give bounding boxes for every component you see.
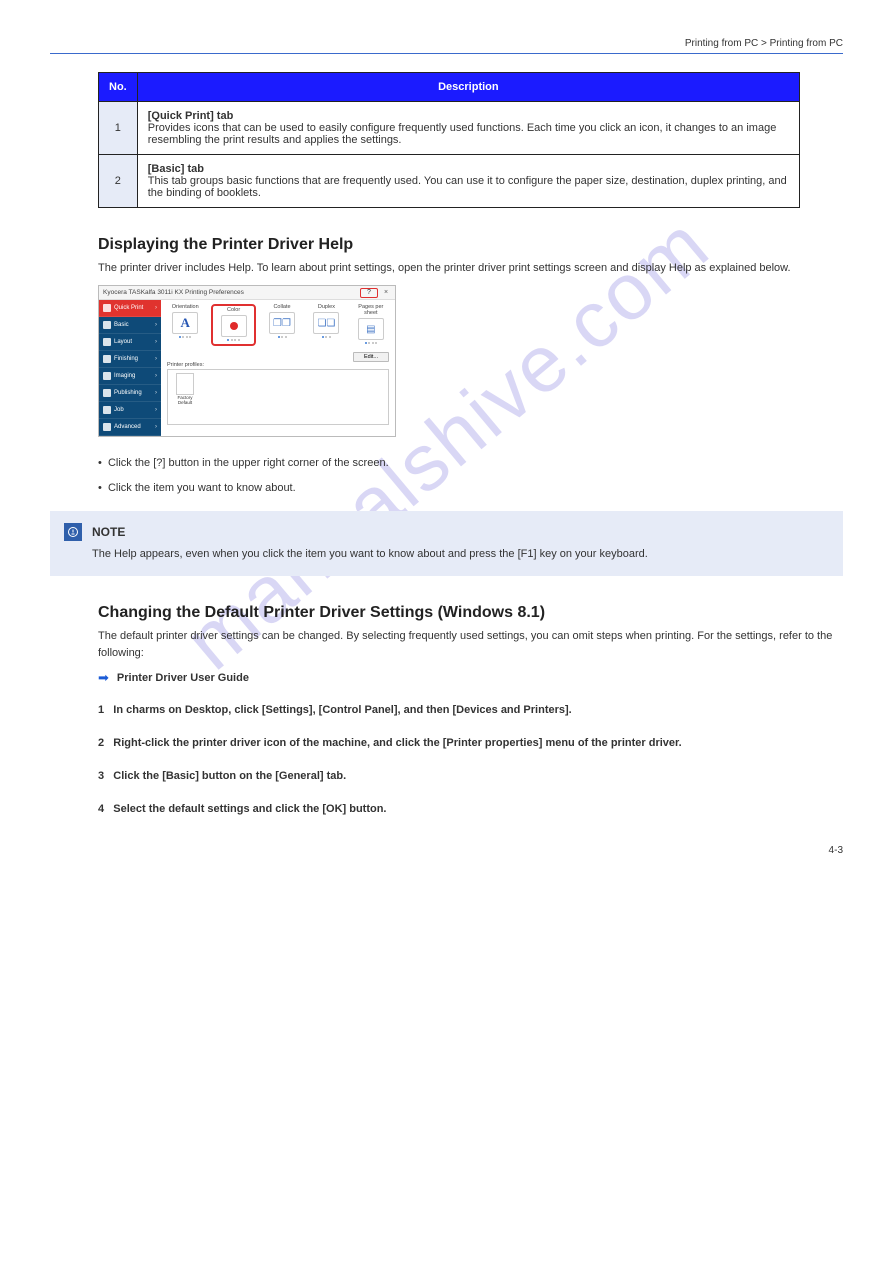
heading-help: Displaying the Printer Driver Help — [98, 236, 843, 254]
dialog-sidebar: Quick Print› Basic› Layout› Finishing› I… — [99, 300, 161, 436]
header-breadcrumb: Printing from PC > Printing from PC — [50, 38, 843, 49]
table-row: 1 [Quick Print] tab Provides icons that … — [99, 102, 800, 155]
table-row: 2 [Basic] tab This tab groups basic func… — [99, 155, 800, 208]
sidebar-item-imaging[interactable]: Imaging› — [99, 368, 161, 385]
profiles-label: Printer profiles: — [167, 362, 389, 368]
bullet-2: • Click the item you want to know about. — [98, 480, 843, 497]
profiles-box: Factory Default — [167, 369, 389, 425]
step-1: 1 In charms on Desktop, click [Settings]… — [98, 702, 843, 719]
option-pagespersheet[interactable]: Pages per sheet ▤ — [353, 304, 389, 346]
th-no: No. — [99, 73, 138, 102]
description-table: No. Description 1 [Quick Print] tab Prov… — [98, 72, 800, 208]
sidebar-item-basic[interactable]: Basic› — [99, 317, 161, 334]
body-help: The printer driver includes Help. To lea… — [98, 260, 843, 277]
page-number: 4-3 — [829, 845, 843, 856]
imaging-icon — [103, 372, 111, 380]
finishing-icon — [103, 355, 111, 363]
row-no: 1 — [99, 102, 138, 155]
advanced-icon — [103, 423, 111, 431]
reference-link: ➡ Printer Driver User Guide — [98, 670, 843, 686]
edit-button[interactable]: Edit... — [353, 352, 389, 362]
sidebar-item-finishing[interactable]: Finishing› — [99, 351, 161, 368]
step-3: 3 Click the [Basic] button on the [Gener… — [98, 768, 843, 785]
printer-dialog-screenshot: Kyocera TASKalfa 3011i KX Printing Prefe… — [98, 285, 396, 437]
option-orientation[interactable]: Orientation A — [167, 304, 203, 346]
layout-icon — [103, 338, 111, 346]
note-box: NOTE The Help appears, even when you cli… — [50, 511, 843, 576]
sidebar-item-layout[interactable]: Layout› — [99, 334, 161, 351]
option-color[interactable]: Color — [211, 304, 255, 346]
close-button[interactable]: × — [379, 289, 393, 296]
option-duplex[interactable]: Duplex ❏❏ — [308, 304, 344, 346]
step-4: 4 Select the default settings and click … — [98, 801, 843, 818]
job-icon — [103, 406, 111, 414]
profile-thumb-icon — [176, 373, 194, 395]
option-collate[interactable]: Collate ❐❐ — [264, 304, 300, 346]
note-title: NOTE — [92, 523, 648, 542]
color-circle-icon — [230, 322, 238, 330]
sidebar-item-quickprint[interactable]: Quick Print› — [99, 300, 161, 317]
duplex-icon: ❏❏ — [317, 318, 335, 329]
dialog-title: Kyocera TASKalfa 3011i KX Printing Prefe… — [103, 289, 359, 296]
orientation-a-icon: A — [181, 315, 190, 331]
publishing-icon — [103, 389, 111, 397]
step-2: 2 Right-click the printer driver icon of… — [98, 735, 843, 752]
row-desc: [Basic] tab This tab groups basic functi… — [137, 155, 799, 208]
sidebar-item-job[interactable]: Job› — [99, 402, 161, 419]
th-desc: Description — [137, 73, 799, 102]
header-rule — [50, 53, 843, 54]
heading-change-defaults: Changing the Default Printer Driver Sett… — [98, 604, 843, 622]
row-desc: [Quick Print] tab Provides icons that ca… — [137, 102, 799, 155]
quickprint-icon — [103, 304, 111, 312]
row-no: 2 — [99, 155, 138, 208]
body-change-defaults: The default printer driver settings can … — [98, 628, 843, 662]
bullet-1: • Click the [?] button in the upper righ… — [98, 455, 843, 472]
arrow-icon: ➡ — [98, 670, 109, 686]
help-button[interactable]: ? — [360, 288, 378, 298]
profile-item[interactable]: Factory Default — [171, 373, 199, 406]
note-body: The Help appears, even when you click th… — [92, 546, 648, 564]
sidebar-item-publishing[interactable]: Publishing› — [99, 385, 161, 402]
sidebar-item-advanced[interactable]: Advanced› — [99, 419, 161, 436]
basic-icon — [103, 321, 111, 329]
pages-per-sheet-icon: ▤ — [366, 324, 375, 335]
collate-icon: ❐❐ — [273, 318, 291, 329]
note-icon — [64, 523, 82, 541]
